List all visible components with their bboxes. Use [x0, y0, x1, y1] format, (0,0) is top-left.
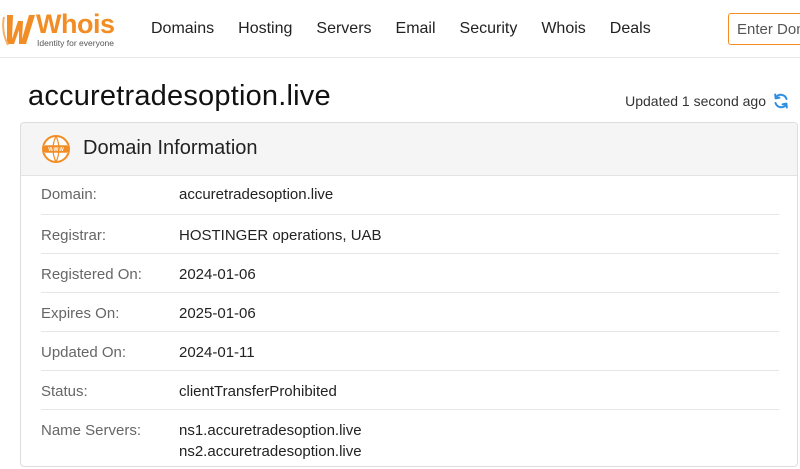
name-server-1: ns1.accuretradesoption.live — [179, 422, 362, 439]
row-label: Registrar: — [41, 227, 107, 244]
updated-text: Updated 1 second ago — [625, 93, 766, 109]
row-value: clientTransferProhibited — [179, 383, 337, 400]
row-registrar: Registrar: HOSTINGER operations, UAB — [41, 215, 779, 254]
updated-status: Updated 1 second ago — [625, 92, 790, 110]
row-label: Status: — [41, 383, 88, 400]
row-label: Name Servers: — [41, 422, 142, 439]
card-header: WWW Domain Information — [21, 123, 797, 176]
row-name-servers: Name Servers: ns1.accuretradesoption.liv… — [41, 410, 779, 466]
page-title: accuretradesoption.live — [28, 80, 331, 112]
row-domain: Domain: accuretradesoption.live — [41, 176, 779, 215]
domain-search-input[interactable] — [729, 14, 800, 44]
name-server-2: ns2.accuretradesoption.live — [179, 443, 362, 460]
logo-tagline: Identity for everyone — [37, 38, 115, 48]
row-label: Domain: — [41, 186, 97, 203]
domain-info-list: Domain: accuretradesoption.live Registra… — [41, 176, 779, 466]
row-updated-on: Updated On: 2024-01-11 — [41, 332, 779, 371]
top-navbar: Whois Identity for everyone Domains Host… — [0, 0, 800, 58]
nav-whois[interactable]: Whois — [541, 20, 585, 38]
row-value: HOSTINGER operations, UAB — [179, 227, 382, 244]
domain-search — [728, 13, 800, 45]
domain-information-card: WWW Domain Information Domain: accuretra… — [20, 122, 798, 467]
logo-name: Whois — [36, 9, 115, 39]
row-label: Updated On: — [41, 344, 127, 361]
row-status: Status: clientTransferProhibited — [41, 371, 779, 410]
row-label: Registered On: — [41, 266, 142, 283]
nav-deals[interactable]: Deals — [610, 20, 651, 38]
row-label: Expires On: — [41, 305, 120, 322]
main-menu: Domains Hosting Servers Email Security W… — [139, 0, 663, 58]
www-globe-icon: WWW — [42, 135, 70, 163]
row-value: 2025-01-06 — [179, 305, 256, 322]
whois-logo-icon — [2, 15, 35, 46]
row-registered-on: Registered On: 2024-01-06 — [41, 254, 779, 293]
refresh-icon[interactable] — [772, 92, 790, 110]
svg-text:WWW: WWW — [48, 147, 64, 153]
nav-email[interactable]: Email — [396, 20, 436, 38]
nav-domains[interactable]: Domains — [151, 20, 214, 38]
nav-security[interactable]: Security — [460, 20, 518, 38]
row-value: 2024-01-06 — [179, 266, 256, 283]
card-title: Domain Information — [83, 137, 258, 159]
row-expires-on: Expires On: 2025-01-06 — [41, 293, 779, 332]
nav-servers[interactable]: Servers — [316, 20, 371, 38]
site-logo[interactable]: Whois Identity for everyone — [0, 5, 130, 51]
nav-hosting[interactable]: Hosting — [238, 20, 292, 38]
row-value: 2024-01-11 — [179, 344, 255, 361]
row-value-list: ns1.accuretradesoption.live ns2.accuretr… — [179, 420, 362, 462]
row-value: accuretradesoption.live — [179, 186, 334, 203]
